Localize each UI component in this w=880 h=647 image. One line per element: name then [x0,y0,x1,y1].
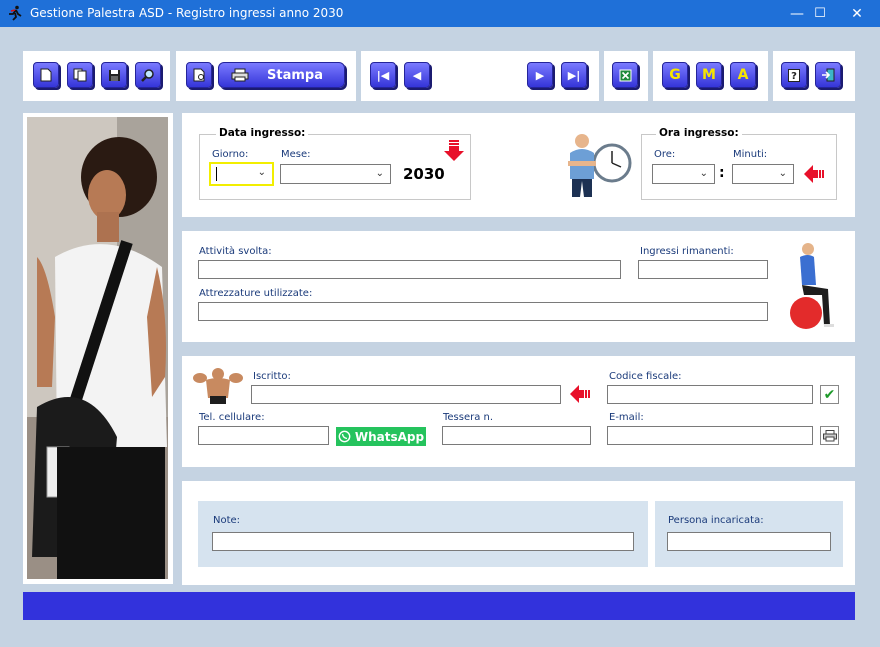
member-label: Iscritto: [253,371,291,382]
print-preview-icon [193,68,204,82]
send-email-button[interactable] [820,426,839,445]
date-time-panel: Data ingresso: Giorno: Mese: ⌄ ⌄ 2030 Or… [182,113,855,217]
save-icon [108,69,120,81]
staff-label: Persona incaricata: [668,515,764,526]
hours-label: Ore: [654,149,676,160]
excel-icon [619,69,631,81]
phone-label: Tel. cellulare: [199,412,265,423]
email-printer-icon [822,429,837,441]
card-number-label: Tessera n. [443,412,494,423]
toolbar-print-group: Stampa [176,51,356,101]
equipment-label: Attrezzature utilizzate: [199,288,313,299]
member-input[interactable] [251,385,561,404]
toolbar-period-group: G M A [653,51,768,101]
time-separator: : [719,165,725,181]
day-filter-button[interactable]: G [662,62,688,88]
previous-record-button[interactable]: ◀ [404,62,430,88]
status-bar [23,592,855,620]
search-button[interactable] [135,62,161,88]
toolbar-file-group [23,51,170,101]
woman-on-exercise-ball-illustration [790,243,834,329]
export-excel-button[interactable] [612,62,638,88]
activity-input[interactable] [198,260,621,279]
next-record-button[interactable]: ▶ [527,62,553,88]
save-button[interactable] [101,62,127,88]
month-filter-button[interactable]: M [696,62,722,88]
month-select[interactable]: ⌄ [280,164,391,184]
date-section-title: Data ingresso: [216,127,309,139]
photo-panel [23,113,173,584]
new-record-button[interactable] [33,62,59,88]
whatsapp-button[interactable]: WhatsApp [336,427,426,446]
minutes-label: Minuti: [733,149,768,160]
day-label: Giorno: [212,149,249,160]
client-area: Stampa |◀ ◀ ▶ ▶| G M A ? Data ingresso: … [10,37,870,635]
copy-record-button[interactable] [67,62,93,88]
athlete-photo [27,117,168,579]
help-icon: ? [788,68,800,82]
notes-input[interactable] [212,532,634,551]
printer-icon [231,68,249,82]
activity-label: Attività svolta: [199,246,272,257]
chevron-down-icon: ⌄ [375,168,384,179]
phone-input[interactable] [198,426,329,445]
minutes-select[interactable]: ⌄ [732,164,794,184]
tax-code-label: Codice fiscale: [609,371,682,382]
first-record-button[interactable]: |◀ [370,62,396,88]
last-record-button[interactable]: ▶| [561,62,587,88]
year-display: 2030 [403,165,445,183]
chevron-down-icon: ⌄ [257,167,266,178]
runner-icon [9,5,22,21]
equipment-input[interactable] [198,302,768,321]
email-label: E-mail: [609,412,644,423]
checkmark-icon: ✔ [823,386,836,403]
staff-input[interactable] [667,532,831,551]
man-with-clock-illustration [568,134,632,197]
tax-code-input[interactable] [607,385,813,404]
toolbar-export-group [604,51,648,101]
year-filter-button[interactable]: A [730,62,756,88]
help-button[interactable]: ? [781,62,807,88]
day-select[interactable]: ⌄ [209,162,274,186]
title-bar: Gestione Palestra ASD - Registro ingress… [0,0,880,27]
month-label: Mese: [281,149,311,160]
time-section-title: Ora ingresso: [656,127,742,139]
email-input[interactable] [607,426,813,445]
hours-select[interactable]: ⌄ [652,164,715,184]
print-button[interactable]: Stampa [218,62,345,88]
whatsapp-icon [338,430,351,443]
activity-panel: Attività svolta: Ingressi rimanenti: Att… [182,231,855,342]
member-panel: Iscritto: Codice fiscale: ✔ Tel. cellula… [182,356,855,467]
card-number-input[interactable] [442,426,591,445]
verify-tax-code-button[interactable]: ✔ [820,385,839,404]
copy-icon [73,68,87,82]
notes-label: Note: [213,515,241,526]
notes-panel: Note: Persona incaricata: [182,481,855,585]
remaining-entries-label: Ingressi rimanenti: [640,246,734,257]
chevron-down-icon: ⌄ [699,168,708,179]
exit-button[interactable] [815,62,841,88]
chevron-down-icon: ⌄ [778,168,787,179]
woman-with-gym-bag-image [27,117,168,579]
print-preview-button[interactable] [186,62,212,88]
search-icon [141,69,154,82]
text-cursor [216,167,217,181]
exit-icon [822,68,835,82]
arrow-down-icon [444,140,464,161]
print-button-label: Stampa [267,67,323,83]
window-title: Gestione Palestra ASD - Registro ingress… [30,6,344,20]
toolbar-help-group: ? [773,51,855,101]
arrow-left-icon [570,385,590,403]
whatsapp-button-label: WhatsApp [354,429,425,444]
new-document-icon [40,68,52,82]
remaining-entries-input[interactable] [638,260,768,279]
arrow-left-icon [804,165,824,183]
bodybuilder-illustration [193,368,243,404]
toolbar-navigation-group: |◀ ◀ ▶ ▶| [361,51,599,101]
app-window: Gestione Palestra ASD - Registro ingress… [0,0,880,647]
close-button[interactable]: ✕ [834,0,880,27]
